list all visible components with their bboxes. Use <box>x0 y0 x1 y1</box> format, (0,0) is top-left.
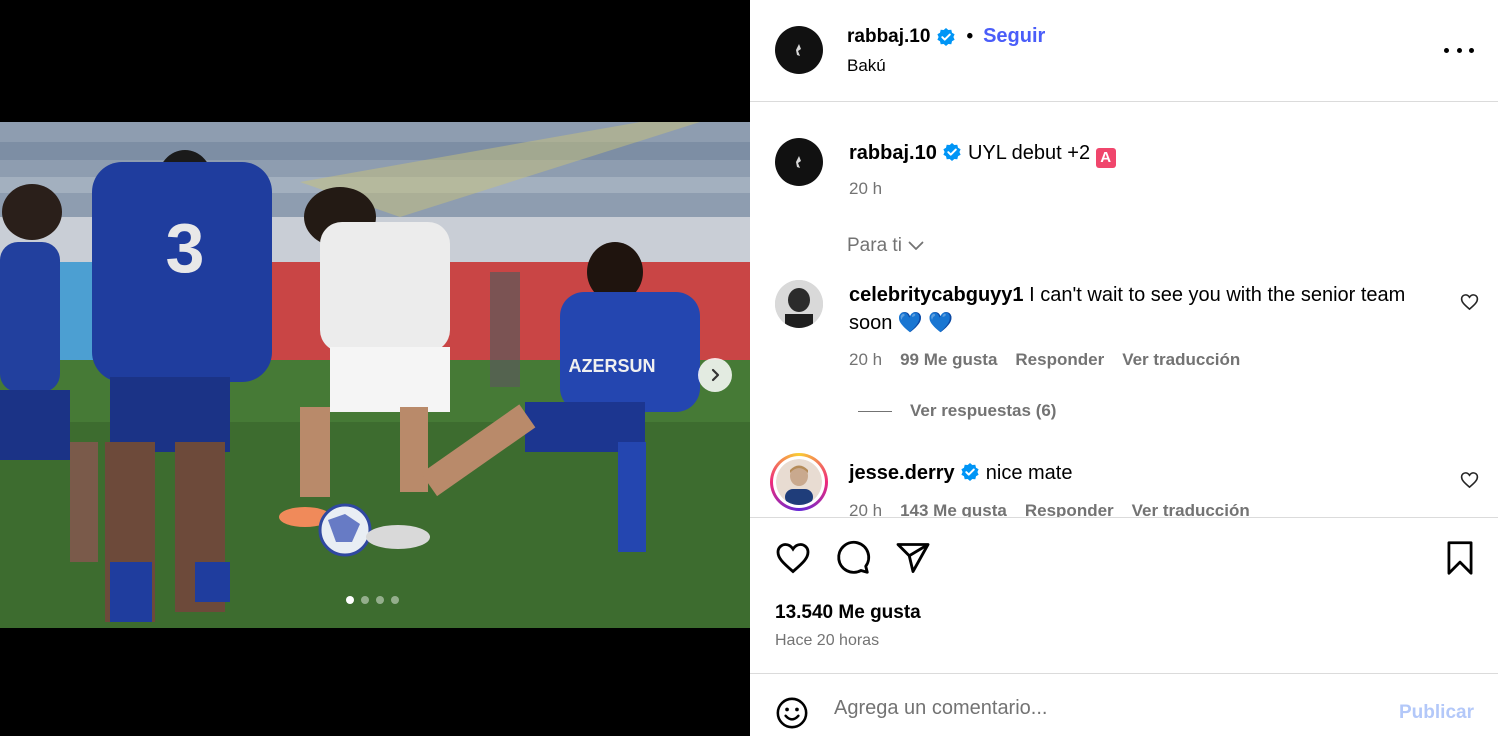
save-bookmark-icon[interactable] <box>1443 540 1477 576</box>
comment-input[interactable] <box>834 694 1394 722</box>
carousel-dot <box>346 596 354 604</box>
story-ring-avatar[interactable] <box>770 453 828 511</box>
verified-badge-icon <box>943 143 961 161</box>
carousel-dot <box>376 596 384 604</box>
carousel-dot <box>391 596 399 604</box>
caption-username[interactable]: rabbaj.10 <box>849 142 937 164</box>
replies-divider <box>858 410 892 412</box>
more-dot <box>1469 47 1474 53</box>
comment-body: I can't wait to see you with the senior … <box>1029 284 1406 306</box>
commenter-photo-icon <box>775 280 823 328</box>
comment-username[interactable]: celebritycabguyy1 <box>849 284 1024 306</box>
translate-button[interactable]: Ver traducción <box>1122 350 1240 370</box>
emoji-icon[interactable] <box>775 696 809 730</box>
football-match-image: 3 AZERSUN <box>0 122 750 628</box>
post-actions: 13.540 Me gusta Hace 20 horas <box>750 517 1498 673</box>
comment-body: nice mate <box>985 462 1073 484</box>
sort-label: Para ti <box>847 235 902 256</box>
avatar-figure-icon <box>796 156 801 168</box>
caption-avatar[interactable] <box>775 138 823 186</box>
sort-comments-dropdown[interactable]: Para ti <box>847 235 924 257</box>
comment-text-line2: soon 💙 💙 <box>849 312 954 334</box>
more-dot <box>1444 47 1449 53</box>
reply-button[interactable]: Responder <box>1025 501 1114 517</box>
carousel-dot <box>361 596 369 604</box>
comment-likes[interactable]: 143 Me gusta <box>900 501 1007 517</box>
commenter-photo-icon <box>776 459 822 505</box>
translate-button[interactable]: Ver traducción <box>1132 501 1250 517</box>
likes-count[interactable]: 13.540 Me gusta <box>775 602 921 624</box>
post-header: rabbaj.10 • Seguir Bakú <box>750 0 1498 102</box>
comment-text: jesse.derry nice mate <box>849 459 1072 487</box>
comment-composer: Publicar <box>750 673 1498 736</box>
next-slide-button[interactable] <box>698 358 732 392</box>
chevron-right-icon <box>711 368 720 382</box>
author-avatar[interactable] <box>775 26 823 74</box>
verified-badge-icon <box>937 27 956 46</box>
comments-section[interactable]: rabbaj.10 UYL debut +2 A 20 h Para ti ce… <box>750 103 1498 517</box>
carousel-indicator <box>0 596 746 604</box>
comment-time[interactable]: 20 h <box>849 350 882 370</box>
view-replies-label: Ver respuestas (6) <box>910 401 1057 420</box>
comment-meta: 20 h 99 Me gusta Responder Ver traducció… <box>849 350 1240 370</box>
publish-button[interactable]: Publicar <box>1399 702 1474 724</box>
verified-badge-icon <box>961 463 979 481</box>
header-username[interactable]: rabbaj.10 <box>847 26 930 48</box>
header-separator: • <box>966 25 974 47</box>
commenter-avatar[interactable] <box>775 280 823 328</box>
comment-like-heart-icon[interactable] <box>1460 471 1479 489</box>
post-location[interactable]: Bakú <box>847 56 886 76</box>
comment-likes[interactable]: 99 Me gusta <box>900 350 997 370</box>
like-heart-icon[interactable] <box>775 541 811 575</box>
caption-emoji-a: A <box>1095 148 1116 168</box>
share-paper-plane-icon[interactable] <box>895 540 931 576</box>
comment-like-heart-icon[interactable] <box>1460 293 1479 311</box>
post-side-panel: rabbaj.10 • Seguir Bakú rabbaj.10 UYL de… <box>750 0 1498 736</box>
caption-text: UYL debut +2 <box>967 142 1091 164</box>
avatar-figure-icon <box>796 44 801 56</box>
comment-text: celebritycabguyy1 I can't wait to see yo… <box>849 281 1405 309</box>
caption-text-row: rabbaj.10 UYL debut +2 A <box>849 139 1116 168</box>
post-photo[interactable]: 3 AZERSUN <box>0 122 750 628</box>
follow-button[interactable]: Seguir <box>983 25 1045 48</box>
comment-bubble-icon[interactable] <box>835 540 871 576</box>
comment-username[interactable]: jesse.derry <box>849 462 955 484</box>
svg-text:3: 3 <box>166 209 205 287</box>
chevron-down-icon <box>908 241 924 250</box>
post-media: 3 AZERSUN <box>0 0 750 736</box>
header-user-row: rabbaj.10 • Seguir <box>847 25 1045 48</box>
caption-meta: 20 h <box>849 179 882 199</box>
comment-time[interactable]: 20 h <box>849 501 882 517</box>
post-timestamp[interactable]: Hace 20 horas <box>775 632 879 650</box>
view-replies-button[interactable]: Ver respuestas (6) <box>858 401 1056 421</box>
svg-text:AZERSUN: AZERSUN <box>568 356 655 376</box>
caption-time[interactable]: 20 h <box>849 179 882 199</box>
reply-button[interactable]: Responder <box>1015 350 1104 370</box>
comment-meta: 20 h 143 Me gusta Responder Ver traducci… <box>849 501 1250 517</box>
story-ring-inner <box>773 456 825 508</box>
more-options-button[interactable] <box>1444 38 1474 62</box>
more-dot <box>1456 47 1462 53</box>
